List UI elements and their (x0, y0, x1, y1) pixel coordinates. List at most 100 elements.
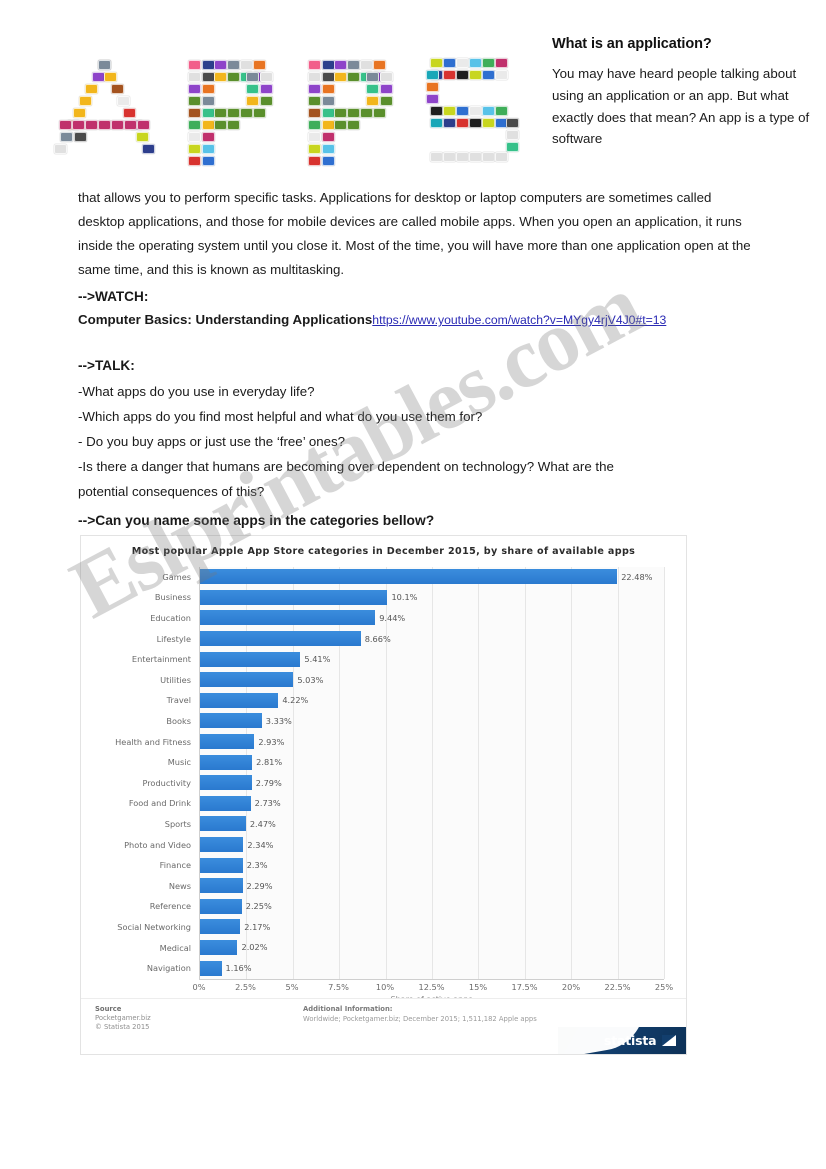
chart-bar[interactable] (200, 960, 222, 976)
chart-x-tick: 12.5% (418, 981, 445, 992)
app-icon-tile (482, 106, 495, 116)
chart-bar[interactable] (200, 857, 243, 873)
intro-block: What is an application? You may have hea… (552, 36, 814, 150)
app-icon-tile (54, 144, 67, 154)
app-icon-tile (456, 152, 469, 162)
app-icon-tile (85, 84, 98, 94)
app-icon-tile (308, 132, 321, 142)
app-icon-tile (430, 118, 443, 128)
app-icon-tile (322, 84, 335, 94)
chart-bar[interactable] (200, 837, 244, 853)
app-icon-tile (188, 60, 201, 70)
app-icon-tile (443, 58, 456, 68)
app-icon-tile (443, 152, 456, 162)
chart-bar[interactable] (200, 610, 376, 626)
chart-source: Source Pocketgamer.biz © Statista 2015 (95, 1005, 151, 1032)
chart-category-label: Business (154, 592, 191, 603)
statista-logo[interactable]: statista (558, 1027, 686, 1054)
chart-bar-value: 3.33% (265, 715, 292, 726)
chart-bar-row[interactable]: 1.16% (200, 958, 664, 979)
chart-bar-row[interactable]: 4.22% (200, 690, 664, 711)
chart-additional-info: Additional Information: Worldwide; Pocke… (303, 1005, 603, 1024)
talk-question: -Is there a danger that humans are becom… (78, 459, 614, 474)
chart-bar[interactable] (200, 816, 246, 832)
chart-bar[interactable] (200, 919, 241, 935)
chart-bar-row[interactable]: 22.48% (200, 567, 664, 588)
chart-bar[interactable] (200, 898, 242, 914)
chart-bar-row[interactable]: 8.66% (200, 628, 664, 649)
chart-bar-value: 2.81% (256, 757, 283, 768)
chart-x-tick: 2.5% (235, 981, 256, 992)
chart-category-label: Utilities (160, 674, 191, 685)
chart-bar[interactable] (200, 713, 262, 729)
app-icon-tile (443, 106, 456, 116)
app-icon-tile (482, 118, 495, 128)
app-icon-tile (495, 70, 508, 80)
chart-bar-row[interactable]: 2.81% (200, 752, 664, 773)
app-icon-tile (188, 72, 201, 82)
watch-video-link[interactable]: https://www.youtube.com/watch?v=MYgy4rjV… (372, 313, 666, 327)
chart-title: Most popular Apple App Store categories … (131, 546, 636, 557)
chart-bar-value: 4.22% (282, 695, 309, 706)
chart-bar[interactable] (200, 734, 255, 750)
chart-bar-row[interactable]: 2.93% (200, 731, 664, 752)
app-icon-tile (380, 96, 393, 106)
chart-bar-value: 2.73% (254, 798, 281, 809)
chart-bar[interactable] (200, 878, 243, 894)
chart-bar[interactable] (200, 672, 294, 688)
app-icon-tile (443, 118, 456, 128)
chart-bar[interactable] (200, 795, 251, 811)
app-icon-tile (79, 96, 92, 106)
app-icon-tile (73, 108, 86, 118)
chart-bar-row[interactable]: 2.25% (200, 896, 664, 917)
talk-question: -Which apps do you find most helpful and… (78, 409, 483, 424)
chart-bar-row[interactable]: 2.79% (200, 772, 664, 793)
chart-bar[interactable] (200, 692, 279, 708)
talk-section: -->TALK: -What apps do you use in everyd… (78, 355, 778, 504)
chart-bar[interactable] (200, 775, 252, 791)
intro-paragraph: You may have heard people talking about … (552, 66, 810, 147)
chart-bar-row[interactable]: 9.44% (200, 608, 664, 629)
chart-bar[interactable] (200, 631, 361, 647)
chart-bar-row[interactable]: 2.73% (200, 793, 664, 814)
chart-bar-row[interactable]: 2.47% (200, 814, 664, 835)
chart-bar-row[interactable]: 10.1% (200, 587, 664, 608)
chart-bar-value: 10.1% (391, 592, 418, 603)
chart-bar-row[interactable]: 5.41% (200, 649, 664, 670)
app-icon-tile (469, 118, 482, 128)
chart-bar[interactable] (200, 569, 618, 585)
chart-bar-row[interactable]: 2.34% (200, 834, 664, 855)
chart-bar-row[interactable]: 2.29% (200, 875, 664, 896)
app-icon-tile (74, 132, 87, 142)
app-icon-tile (85, 120, 98, 130)
app-icon-tile (380, 72, 393, 82)
app-icon-tile (188, 156, 201, 166)
app-icon-tile (308, 72, 321, 82)
chart-note-text: Worldwide; Pocketgamer.biz; December 201… (303, 1014, 537, 1023)
chart-category-label: Entertainment (131, 654, 191, 665)
chart-x-tick: 15% (468, 981, 488, 992)
chart-category-label: Books (166, 716, 191, 726)
chart-category-label: Photo and Video (124, 839, 191, 850)
chart-bar-row[interactable]: 2.17% (200, 917, 664, 938)
chart-bar-value: 22.48% (621, 571, 653, 582)
chart-bar[interactable] (200, 939, 238, 955)
chart-bar-row[interactable]: 2.02% (200, 937, 664, 958)
chart-plot: Games Business Education Lifestyle Entertain… (81, 566, 686, 1004)
app-icon-tile (202, 156, 215, 166)
chart-bar-row[interactable]: 5.03% (200, 669, 664, 690)
app-icon-tile (506, 142, 519, 152)
statista-chart: Most popular Apple App Store categories … (80, 535, 687, 1055)
chart-bar[interactable] (200, 589, 388, 605)
app-icon-tile (347, 120, 360, 130)
chart-bar[interactable] (200, 651, 301, 667)
app-icon-tile (214, 120, 227, 130)
app-icon-tile (308, 144, 321, 154)
chart-x-tick: 20% (561, 981, 581, 992)
app-icon-tile (214, 72, 227, 82)
chart-bar-row[interactable]: 3.33% (200, 711, 664, 732)
chart-bar-value: 2.79% (255, 777, 282, 788)
chart-bar-row[interactable]: 2.3% (200, 855, 664, 876)
chart-bar[interactable] (200, 754, 253, 770)
app-icon-tile (430, 106, 443, 116)
